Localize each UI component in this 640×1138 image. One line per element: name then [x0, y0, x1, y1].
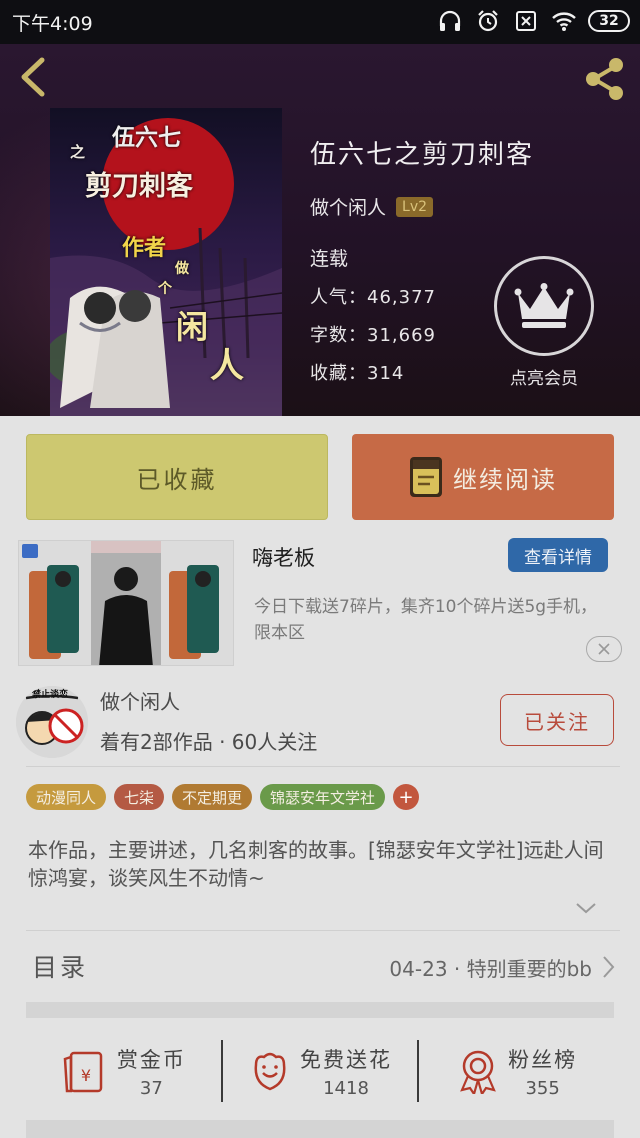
- ad-image[interactable]: [18, 540, 234, 666]
- rewards-bar: ¥ 赏金币 37 免费送花 1418 粉丝榜 355: [26, 1026, 614, 1116]
- favorited-button[interactable]: 已收藏: [26, 434, 328, 520]
- reward-label: 赏金币: [116, 1047, 186, 1072]
- flower-icon: [254, 1052, 286, 1091]
- add-tag-button[interactable]: +: [393, 784, 420, 810]
- author-card[interactable]: 禁止谈恋 做个闲人 着有2部作品 · 60人关注 已关注: [16, 682, 622, 770]
- tag[interactable]: 七柒: [114, 784, 165, 810]
- svg-text:¥: ¥: [81, 1066, 91, 1085]
- author-meta: 着有2部作品 · 60人关注: [100, 730, 318, 754]
- back-button[interactable]: [16, 56, 50, 98]
- cover-text: 做: [175, 261, 189, 277]
- tag-list: 动漫同人 七柒 不定期更 锦瑟安年文学社 +: [26, 784, 420, 810]
- close-icon: [598, 643, 610, 655]
- crown-icon: [514, 283, 574, 328]
- share-button[interactable]: [580, 54, 630, 104]
- ad-phones-illustration: [19, 541, 233, 665]
- divider: [26, 766, 620, 767]
- main-content: 已收藏 继续阅读 嗨老板 查看详情 今日下载送7碎片，集齐10个碎片送5g手机，…: [0, 416, 640, 1138]
- continue-reading-button[interactable]: 继续阅读: [352, 434, 614, 520]
- tag[interactable]: 锦瑟安年文学社: [260, 784, 386, 810]
- back-arrow-icon: [21, 57, 45, 97]
- chevron-down-icon: [576, 903, 596, 914]
- ad-detail-button[interactable]: 查看详情: [508, 538, 608, 572]
- book-icon: [410, 457, 442, 497]
- reward-value: 37: [139, 1077, 163, 1099]
- continue-reading-label: 继续阅读: [453, 465, 557, 494]
- book-cover[interactable]: 伍六七 之 剪刀刺客 作者 做 个 闲 人: [50, 108, 282, 416]
- cover-text: 人: [210, 346, 244, 386]
- author-level-badge: Lv2: [396, 196, 434, 217]
- section-spacer: [26, 1120, 614, 1138]
- avatar-text: 禁止谈恋: [32, 690, 69, 700]
- reward-value: 355: [525, 1077, 560, 1099]
- vip-label: 点亮会员: [510, 369, 578, 389]
- cover-text: 作者: [122, 235, 167, 261]
- chevron-right-icon: [603, 956, 615, 978]
- no-sim-icon: [512, 8, 540, 34]
- divider: [26, 930, 620, 931]
- ad-title: 嗨老板: [252, 546, 315, 570]
- reward-flowers[interactable]: 免费送花 1418: [223, 1026, 418, 1116]
- expand-description-button[interactable]: [574, 900, 598, 916]
- book-author[interactable]: 做个闲人: [310, 193, 386, 220]
- reward-label: 粉丝榜: [508, 1047, 578, 1072]
- ad-banner[interactable]: 嗨老板 查看详情 今日下载送7碎片，集齐10个碎片送5g手机，限本区: [18, 538, 622, 670]
- cover-text: 闲: [176, 308, 209, 346]
- medal-icon: [460, 1050, 497, 1094]
- ad-description: 今日下载送7碎片，集齐10个碎片送5g手机，限本区: [254, 597, 598, 643]
- author-name[interactable]: 做个闲人: [100, 686, 180, 715]
- wifi-icon: [550, 8, 578, 34]
- vip-button[interactable]: 点亮会员: [492, 256, 596, 396]
- cover-text: 个: [158, 281, 172, 297]
- table-of-contents-row[interactable]: 目录 04-23 · 特别重要的bb: [26, 936, 620, 996]
- book-description: 本作品，主要讲述，几名刺客的故事。[锦瑟安年文学社]远赴人间惊鸿宴，谈笑风生不动…: [28, 838, 604, 890]
- red-envelope-icon: ¥: [63, 1051, 103, 1093]
- reward-coins[interactable]: ¥ 赏金币 37: [26, 1026, 221, 1116]
- follow-button[interactable]: 已关注: [500, 694, 614, 746]
- cover-text: 剪刀刺客: [85, 171, 193, 202]
- vip-badge: [494, 256, 594, 356]
- tag[interactable]: 动漫同人: [26, 784, 107, 810]
- book-title: 伍六七之剪刀刺客: [310, 140, 535, 170]
- alarm-icon: [474, 8, 502, 34]
- cover-text: 伍六七: [112, 124, 181, 151]
- reward-fan-ranking[interactable]: 粉丝榜 355: [419, 1026, 614, 1116]
- battery-indicator: 32: [588, 10, 630, 32]
- reward-value: 1418: [323, 1077, 369, 1099]
- status-time: 下午4:09: [12, 13, 93, 35]
- ad-close-button[interactable]: [586, 636, 622, 662]
- toc-latest-chapter: 04-23 · 特别重要的bb: [389, 957, 592, 981]
- toc-label: 目录: [32, 953, 89, 982]
- author-row[interactable]: 做个闲人 Lv2: [310, 193, 610, 220]
- status-bar: 下午4:09 32: [0, 0, 640, 44]
- headphones-icon: [436, 8, 464, 34]
- section-spacer: [26, 1002, 614, 1018]
- cover-text: 之: [70, 143, 86, 161]
- share-icon: [586, 58, 623, 100]
- book-header: 伍六七 之 剪刀刺客 作者 做 个 闲 人 伍六七之剪刀刺客 做个闲人 Lv2 …: [0, 44, 640, 416]
- avatar[interactable]: 禁止谈恋: [16, 686, 88, 758]
- tag[interactable]: 不定期更: [172, 784, 253, 810]
- reward-label: 免费送花: [300, 1047, 392, 1072]
- status-icons: 32: [436, 8, 630, 34]
